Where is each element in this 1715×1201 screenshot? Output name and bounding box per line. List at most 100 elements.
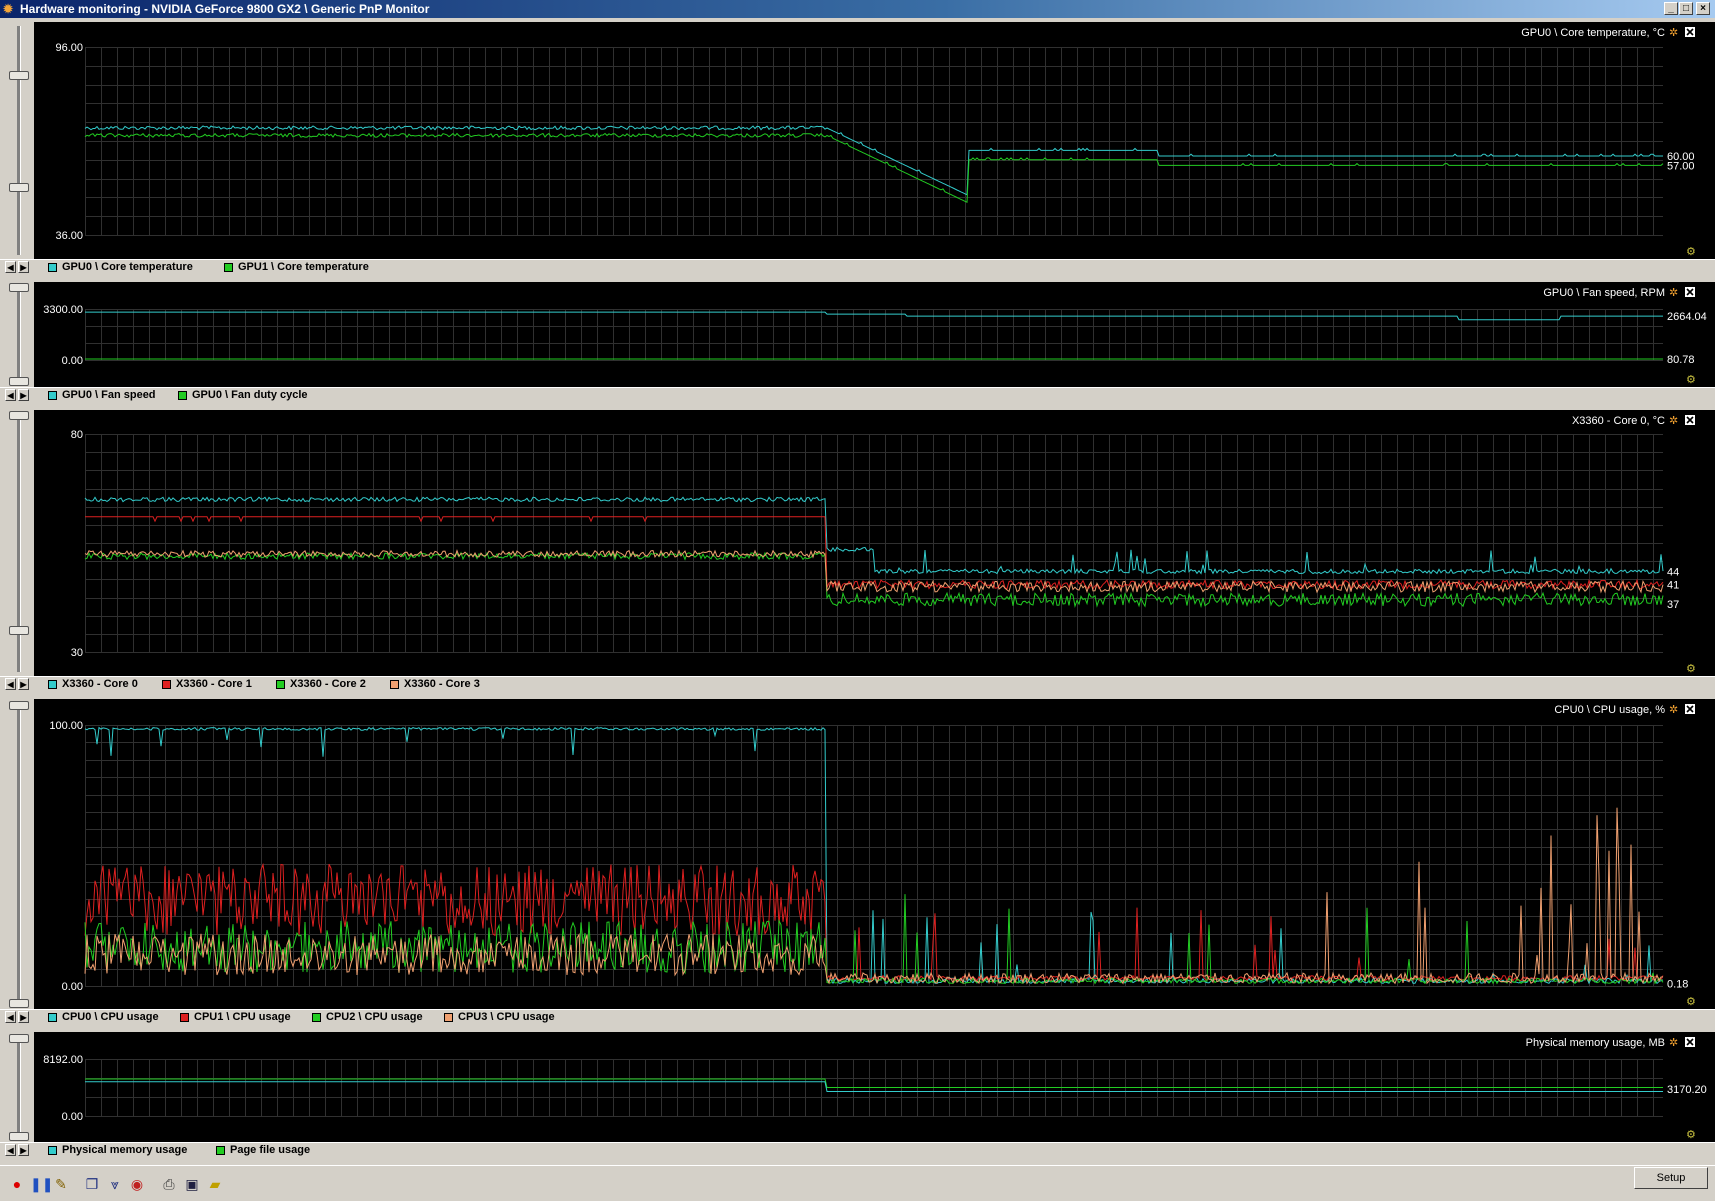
current-value-label: 57.00 (1667, 160, 1695, 172)
legend-label: X3360 - Core 3 (404, 678, 480, 690)
y-max-label: 100.00 (49, 720, 83, 732)
scroll-left-button[interactable]: ◀ (5, 389, 16, 401)
graph-settings-icon[interactable]: ⚙ (1686, 995, 1696, 1008)
legend-bar: ◀ ▶ X3360 - Core 0 X3360 - Core 1 X3360 - Co… (0, 676, 1715, 693)
scroll-left-button[interactable]: ◀ (5, 678, 16, 690)
pause-icon[interactable]: ❚❚ (30, 1175, 53, 1193)
scroll-right-button[interactable]: ▶ (18, 1144, 29, 1156)
current-value-label: 41 (1667, 579, 1679, 591)
legend-tab[interactable]: X3360 - Core 0 (42, 677, 156, 693)
collapse-icon[interactable]: ⩔ (106, 1175, 124, 1193)
max-slider-handle[interactable] (9, 1034, 29, 1043)
legend-label: GPU0 \ Fan duty cycle (192, 389, 308, 401)
open-folder-icon[interactable]: ▰ (206, 1175, 224, 1193)
legend-label: GPU0 \ Core temperature (62, 261, 193, 273)
current-value-label: 3170.20 (1667, 1084, 1707, 1096)
y-max-label: 80 (71, 429, 83, 441)
graph-gpu-temp: 96.0036.00GPU0 \ Core temperature, °C ✲⚙6… (34, 22, 1715, 259)
color-swatch (48, 1146, 57, 1155)
color-swatch (48, 680, 57, 689)
legend-tab[interactable]: X3360 - Core 1 (156, 677, 270, 693)
color-swatch (276, 680, 285, 689)
legend-tab[interactable]: CPU0 \ CPU usage (42, 1010, 170, 1026)
panel-slider (0, 282, 34, 387)
color-swatch (162, 680, 171, 689)
color-swatch (178, 391, 187, 400)
scroll-left-button[interactable]: ◀ (5, 261, 16, 273)
legend-tab[interactable]: GPU0 \ Core temperature (42, 260, 200, 276)
max-slider-handle[interactable] (9, 411, 29, 420)
graph-memory: 8192.00 0.00 Physical memory usage, MB ✲ ⚙ 31… (34, 1032, 1715, 1142)
min-slider-handle[interactable] (9, 626, 29, 635)
graph-properties-icon[interactable]: ✲ (1669, 703, 1678, 716)
graph-settings-icon[interactable]: ⚙ (1686, 373, 1696, 386)
maximize-button[interactable]: □ (1679, 2, 1693, 15)
max-slider-handle[interactable] (9, 283, 29, 292)
setup-button[interactable]: Setup (1634, 1167, 1708, 1189)
graph-properties-icon[interactable]: ✲ (1669, 414, 1678, 427)
y-min-label: 0.00 (62, 1111, 83, 1123)
graph-settings-icon[interactable]: ⚙ (1686, 1128, 1696, 1141)
legend-tab[interactable]: Physical memory usage (42, 1143, 204, 1159)
panel-slider (0, 699, 34, 1009)
legend-label: CPU1 \ CPU usage (194, 1011, 291, 1023)
color-swatch (48, 391, 57, 400)
close-button[interactable]: × (1696, 2, 1710, 15)
clear-icon[interactable]: ✎ (52, 1175, 70, 1193)
scroll-right-button[interactable]: ▶ (18, 389, 29, 401)
minimize-button[interactable]: _ (1664, 2, 1678, 15)
min-slider-handle[interactable] (9, 999, 29, 1008)
slider-track (17, 286, 21, 383)
legend-tab[interactable]: Page file usage (210, 1143, 334, 1159)
scroll-left-button[interactable]: ◀ (5, 1011, 16, 1023)
legend-label: GPU0 \ Fan speed (62, 389, 156, 401)
legend-label: X3360 - Core 0 (62, 678, 138, 690)
legend-tab[interactable]: GPU1 \ Core temperature (218, 260, 378, 276)
graph-settings-icon[interactable]: ⚙ (1686, 662, 1696, 675)
legend-tab[interactable]: CPU3 \ CPU usage (438, 1010, 564, 1026)
slider-track (17, 26, 21, 255)
graph-title: CPU0 \ CPU usage, % (1554, 704, 1665, 716)
graph-properties-icon[interactable]: ✲ (1669, 1036, 1678, 1049)
max-slider-handle[interactable] (9, 701, 29, 710)
graph-settings-icon[interactable]: ⚙ (1686, 245, 1696, 258)
graph-properties-icon[interactable]: ✲ (1669, 286, 1678, 299)
y-min-label: 30 (71, 647, 83, 659)
y-max-label: 3300.00 (43, 304, 83, 316)
color-swatch (224, 263, 233, 272)
color-swatch (390, 680, 399, 689)
legend-tab[interactable]: GPU0 \ Fan speed (42, 388, 160, 404)
legend-label: X3360 - Core 2 (290, 678, 366, 690)
current-value-label: 37 (1667, 599, 1679, 611)
legend-tab[interactable]: X3360 - Core 3 (384, 677, 496, 693)
graph-fan: 3300.00 0.00 GPU0 \ Fan speed, RPM ✲ ⚙ 2664.0… (34, 282, 1715, 387)
scroll-right-button[interactable]: ▶ (18, 678, 29, 690)
min-slider-handle[interactable] (9, 377, 29, 386)
min-slider-handle[interactable] (9, 183, 29, 192)
scroll-right-button[interactable]: ▶ (18, 261, 29, 273)
scroll-left-button[interactable]: ◀ (5, 1144, 16, 1156)
panel-gpu-temp: 96.00 36.00 GPU0 \ Core temperature, °C ✲ ⚙ 6… (0, 22, 1715, 276)
monitor-icon[interactable]: ◉ (128, 1175, 146, 1193)
color-swatch (48, 1013, 57, 1022)
max-slider-handle[interactable] (9, 71, 29, 80)
min-slider-handle[interactable] (9, 1132, 29, 1141)
legend-bar: ◀ ▶ GPU0 \ Fan speed GPU0 \ Fan duty cycle (0, 387, 1715, 404)
save-icon[interactable]: ▣ (183, 1175, 201, 1193)
legend-tab[interactable]: CPU2 \ CPU usage (306, 1010, 434, 1026)
legend-tab[interactable]: CPU1 \ CPU usage (174, 1010, 302, 1026)
panel-cpu-usage: 100.00 0.00 CPU0 \ CPU usage, % ✲ ⚙ 0.18 ◀ ▶ CPU… (0, 699, 1715, 1026)
legend-label: Page file usage (230, 1144, 311, 1156)
windows-icon[interactable]: ❐ (83, 1175, 101, 1193)
graph-properties-icon[interactable]: ✲ (1669, 26, 1678, 39)
record-icon[interactable]: ● (8, 1175, 26, 1193)
panel-fan: 3300.00 0.00 GPU0 \ Fan speed, RPM ✲ ⚙ 2664.0… (0, 282, 1715, 404)
print-icon[interactable]: ⎙ (160, 1175, 178, 1193)
color-swatch (312, 1013, 321, 1022)
scroll-right-button[interactable]: ▶ (18, 1011, 29, 1023)
graph-title: GPU0 \ Fan speed, RPM (1543, 287, 1665, 299)
legend-tab[interactable]: X3360 - Core 2 (270, 677, 384, 693)
bottom-toolbar: ● ❚❚ ✎ ❐ ⩔ ◉ ⎙ ▣ ▰ (0, 1165, 1715, 1201)
legend-tab[interactable]: GPU0 \ Fan duty cycle (172, 388, 318, 404)
panel-slider (0, 1032, 34, 1142)
